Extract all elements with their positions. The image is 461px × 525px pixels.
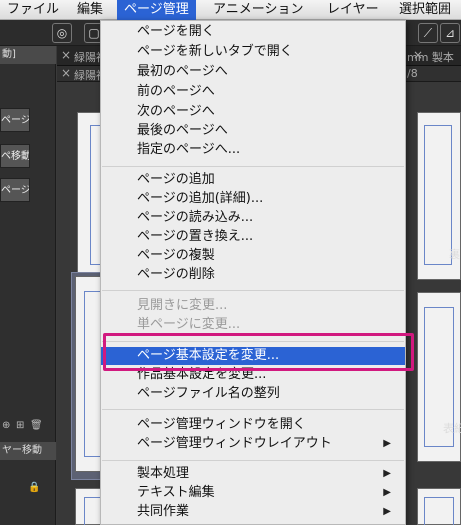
page-management-menu: ページを開く ページを新しいタブで開く 最初のページへ 前のページへ 次のページ… [100,20,406,525]
menu-separator [102,460,404,461]
close-icon[interactable]: × [61,66,71,80]
menu-selection[interactable]: 選択範囲 [392,0,458,20]
menu-item-label: 製本処理 [137,466,190,481]
add-icon[interactable]: ⊕ [2,420,10,431]
menu-item-open-page-new-tab[interactable]: ページを新しいタブで開く [101,43,405,61]
spiral-icon[interactable]: ◎ [52,23,72,43]
trash-icon[interactable]: 🗑 [30,420,43,431]
menu-item-change-to-single: 単ページに変更... [137,317,241,332]
menu-separator [102,166,404,167]
left-panel-tab[interactable]: 動] [0,46,56,64]
menu-item-change-to-spread: 見開きに変更... [137,298,228,313]
copy-icon[interactable]: ⊞ [16,420,24,431]
submenu-arrow-icon: ▶ [383,506,391,517]
menu-item-add-page-detail[interactable]: ページの追加(詳細)... [101,190,405,208]
menu-layer[interactable]: レイヤー [320,0,386,20]
menu-item-label: テキスト編集 [137,485,215,500]
page-label-back: 裏 [449,248,460,261]
lock-icon[interactable]: 🔒 [28,482,40,493]
close-icon[interactable]: × [61,48,71,62]
menu-item-prev-page[interactable]: 前のページへ [101,83,405,101]
highlight-callout-box [103,333,414,371]
menu-item-next-page[interactable]: 次のページへ [101,103,405,121]
menu-item-duplicate-page[interactable]: ページの複製 [101,247,405,265]
page-counter: /8 [407,67,418,80]
menu-item-label: ページ管理ウィンドウレイアウト [137,436,332,451]
layer-move-label: ヤー移動 [0,442,56,460]
page-thumbnail[interactable] [417,292,461,462]
menu-item-last-page[interactable]: 最後のページへ [101,122,405,140]
menu-edit[interactable]: 編集 [70,0,110,20]
tab-title-2[interactable]: mm 製本 [407,49,454,65]
menu-separator [102,409,404,410]
page-label-cover: 表紙 [443,422,461,435]
menu-file[interactable]: ファイル [0,0,66,20]
page-move-button-3[interactable]: ページ移動 [0,178,30,202]
menu-item-open-page[interactable]: ページを開く [101,23,405,41]
menu-separator [102,290,404,291]
menu-item-replace-page[interactable]: ページの置き換え... [101,228,405,246]
page-move-button-1[interactable]: ページ移動 [0,108,30,132]
menu-item-label: 共同作業 [137,504,190,519]
page-move-button-2[interactable]: ペ移動 [0,144,30,168]
menu-item-import-page[interactable]: ページの読み込み... [101,209,405,227]
menu-item-binding[interactable]: 製本処理 ▶ [101,465,405,483]
menu-item-delete-page[interactable]: ページの削除 [101,266,405,284]
menu-item-page-manager-layout[interactable]: ページ管理ウィンドウレイアウト ▶ [101,435,405,453]
page-thumbnail[interactable] [417,488,461,525]
menu-item-first-page[interactable]: 最初のページへ [101,63,405,81]
menu-item-open-page-manager[interactable]: ページ管理ウィンドウを開く [101,416,405,434]
submenu-arrow-icon: ▶ [383,468,391,479]
menu-bar: ファイル 編集 ページ管理 アニメーション レイヤー 選択範囲 [0,0,461,20]
curve-icon[interactable]: ⟋ [418,23,438,43]
menu-item-sort-filenames[interactable]: ページファイル名の整列 [101,385,405,403]
menu-page-management[interactable]: ページ管理 [117,0,196,20]
menu-animation[interactable]: アニメーション [206,0,310,20]
submenu-arrow-icon: ▶ [383,487,391,498]
submenu-arrow-icon: ▶ [383,438,391,449]
menu-item-text-edit[interactable]: テキスト編集 ▶ [101,484,405,502]
menu-item-add-page[interactable]: ページの追加 [101,171,405,189]
ruler-icon[interactable]: ⊿ [440,23,460,43]
menu-item-collaboration[interactable]: 共同作業 ▶ [101,503,405,521]
left-panel: 動] ページ移動 ペ移動 ページ移動 ⊕ ⊞ 🗑 ヤー移動 🔒 [0,46,56,525]
menu-item-goto-page[interactable]: 指定のページへ... [101,141,405,159]
